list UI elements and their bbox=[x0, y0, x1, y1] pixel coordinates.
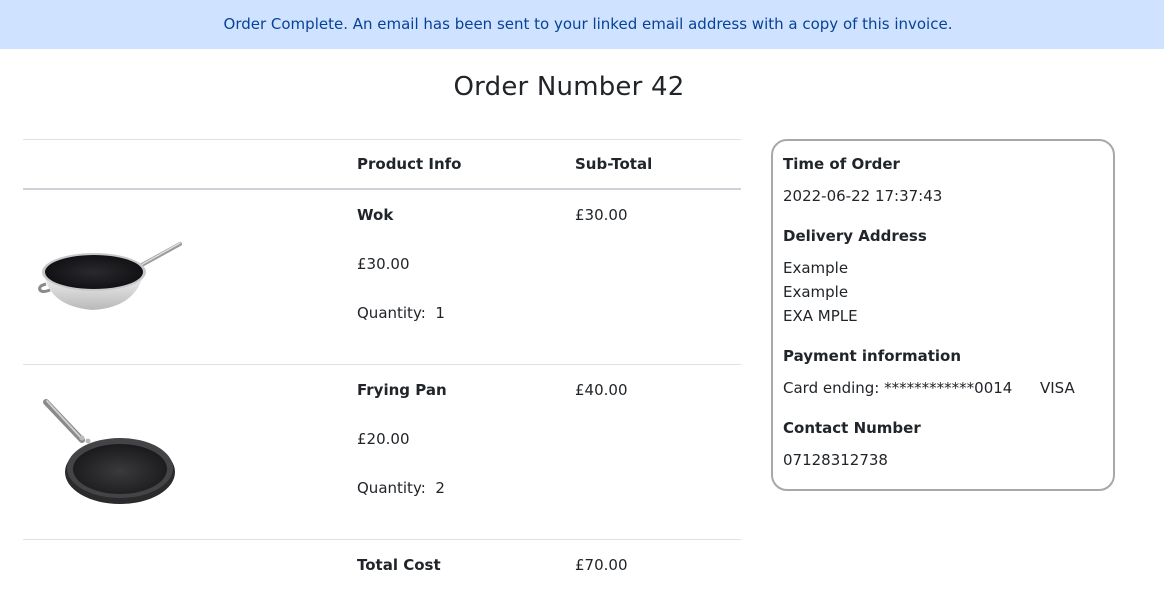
item-quantity: Quantity: 1 bbox=[357, 304, 445, 322]
time-of-order-value: 2022-06-22 17:37:43 bbox=[783, 187, 943, 205]
item-quantity: Quantity: 2 bbox=[357, 479, 445, 497]
address-line: EXA MPLE bbox=[783, 307, 858, 325]
item-name: Wok bbox=[357, 206, 394, 224]
time-of-order-heading: Time of Order bbox=[783, 155, 900, 173]
table-top-rule bbox=[23, 139, 741, 140]
contact-number-value: 07128312738 bbox=[783, 451, 888, 469]
frying-pan-image bbox=[38, 396, 178, 506]
alert-message: Order Complete. An email has been sent t… bbox=[223, 15, 953, 33]
payment-information-heading: Payment information bbox=[783, 347, 962, 365]
quantity-label: Quantity: bbox=[357, 304, 426, 322]
item-price: £30.00 bbox=[357, 255, 410, 273]
card-ending: Card ending: ************0014 bbox=[783, 379, 1012, 397]
total-label: Total Cost bbox=[357, 556, 441, 574]
quantity-value: 2 bbox=[435, 479, 445, 497]
header-product-info: Product Info bbox=[357, 155, 462, 173]
item-name: Frying Pan bbox=[357, 381, 447, 399]
card-ending-label: Card ending: bbox=[783, 379, 880, 397]
order-complete-alert: Order Complete. An email has been sent t… bbox=[0, 0, 1164, 49]
row-rule bbox=[23, 364, 741, 365]
wok-image bbox=[34, 238, 184, 314]
quantity-value: 1 bbox=[435, 304, 445, 322]
item-price: £20.00 bbox=[357, 430, 410, 448]
card-ending-value: ************0014 bbox=[884, 379, 1013, 397]
contact-number-heading: Contact Number bbox=[783, 419, 921, 437]
item-subtotal: £40.00 bbox=[575, 381, 628, 399]
card-brand: VISA bbox=[1040, 379, 1075, 397]
address-line: Example bbox=[783, 259, 849, 277]
header-sub-total: Sub-Total bbox=[575, 155, 653, 173]
quantity-label: Quantity: bbox=[357, 479, 426, 497]
row-rule bbox=[23, 539, 741, 540]
page-title: Order Number 42 bbox=[453, 72, 685, 102]
order-details-card: Time of Order 2022-06-22 17:37:43 Delive… bbox=[771, 139, 1115, 491]
delivery-address-heading: Delivery Address bbox=[783, 227, 927, 245]
total-value: £70.00 bbox=[575, 556, 628, 574]
item-subtotal: £30.00 bbox=[575, 206, 628, 224]
address-line: Example bbox=[783, 283, 849, 301]
header-rule bbox=[23, 188, 741, 190]
